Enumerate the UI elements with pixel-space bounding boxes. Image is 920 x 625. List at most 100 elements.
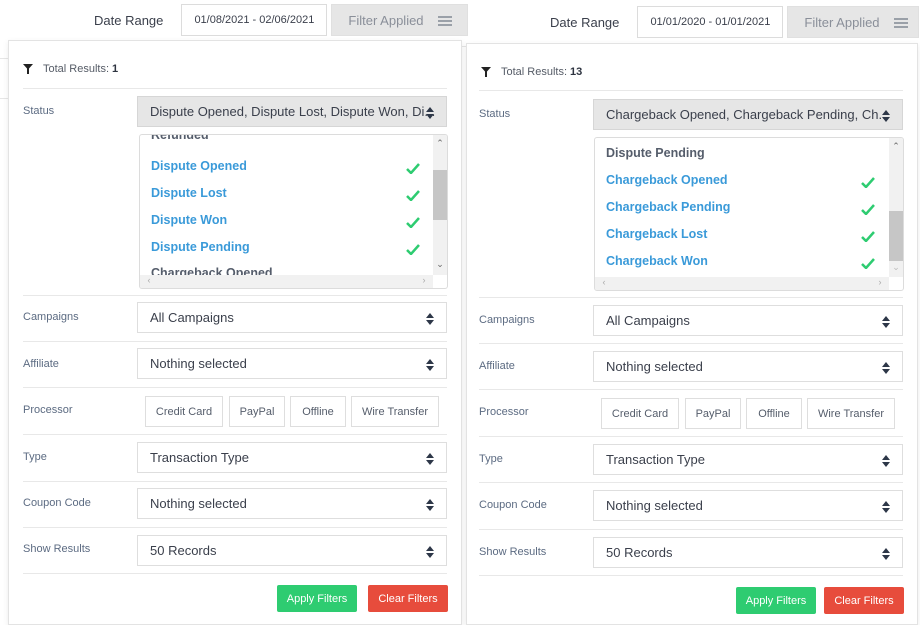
campaigns-label: Campaigns bbox=[23, 311, 79, 323]
campaigns-select[interactable]: All Campaigns bbox=[137, 302, 447, 333]
type-label: Type bbox=[23, 451, 47, 463]
total-results-count: 13 bbox=[570, 66, 583, 78]
scroll-up-icon[interactable]: ⌃ bbox=[433, 138, 447, 149]
processor-label: Processor bbox=[479, 406, 529, 418]
processor-paypal-button[interactable]: PayPal bbox=[685, 398, 741, 429]
affiliate-select[interactable]: Nothing selected bbox=[593, 351, 903, 382]
show-results-select[interactable]: 50 Records bbox=[593, 537, 903, 568]
scroll-down-icon[interactable]: ⌄ bbox=[433, 259, 447, 270]
divider bbox=[23, 88, 447, 89]
affiliate-select[interactable]: Nothing selected bbox=[137, 348, 447, 379]
divider bbox=[23, 481, 447, 482]
check-icon bbox=[406, 163, 420, 174]
divider bbox=[23, 434, 447, 435]
processor-credit-card-button[interactable]: Credit Card bbox=[145, 396, 223, 427]
horizontal-scrollbar[interactable]: ‹ › bbox=[595, 277, 889, 290]
right-filter-panel: Total Results: 13 Status Chargeback Opene… bbox=[466, 43, 918, 625]
date-range-label: Date Range bbox=[550, 14, 620, 30]
campaigns-select-value: All Campaigns bbox=[150, 310, 234, 325]
apply-filters-button[interactable]: Apply Filters bbox=[736, 587, 816, 614]
show-results-select[interactable]: 50 Records bbox=[137, 535, 447, 566]
coupon-code-select-value: Nothing selected bbox=[150, 496, 247, 511]
status-option[interactable]: Chargeback Lost bbox=[606, 227, 707, 241]
scroll-left-icon[interactable]: ‹ bbox=[597, 277, 611, 287]
processor-offline-button[interactable]: Offline bbox=[746, 398, 802, 429]
show-results-label: Show Results bbox=[23, 543, 91, 555]
type-select[interactable]: Transaction Type bbox=[137, 442, 447, 473]
scrollbar-thumb[interactable] bbox=[433, 170, 447, 220]
date-range-input[interactable]: 01/01/2020 - 01/01/2021 bbox=[637, 6, 784, 38]
sort-arrows-icon bbox=[426, 107, 434, 119]
vertical-scrollbar[interactable]: ⌃ ⌄ bbox=[889, 138, 903, 277]
scroll-left-icon[interactable]: ‹ bbox=[142, 275, 156, 285]
type-select-value: Transaction Type bbox=[150, 450, 249, 465]
sort-arrows-icon bbox=[882, 548, 890, 560]
scrollbar-thumb[interactable] bbox=[889, 211, 903, 261]
campaigns-select[interactable]: All Campaigns bbox=[593, 305, 903, 336]
processor-wire-transfer-button[interactable]: Wire Transfer bbox=[807, 398, 895, 429]
status-option[interactable]: Dispute Lost bbox=[151, 186, 227, 200]
divider bbox=[479, 389, 903, 390]
show-results-label: Show Results bbox=[479, 546, 547, 558]
scroll-right-icon[interactable]: › bbox=[417, 275, 431, 285]
divider bbox=[479, 529, 903, 530]
status-select-value: Dispute Opened, Dispute Lost, Dispute Wo… bbox=[150, 104, 436, 119]
status-select-value: Chargeback Opened, Chargeback Pending, C… bbox=[606, 107, 890, 122]
sort-arrows-icon bbox=[426, 453, 434, 465]
horizontal-scrollbar[interactable]: ‹ › bbox=[140, 275, 433, 288]
scroll-down-icon[interactable]: ⌄ bbox=[889, 262, 903, 273]
coupon-code-label: Coupon Code bbox=[479, 499, 547, 511]
status-select[interactable]: Dispute Opened, Dispute Lost, Dispute Wo… bbox=[137, 96, 447, 127]
status-select[interactable]: Chargeback Opened, Chargeback Pending, C… bbox=[593, 99, 903, 130]
status-options-list[interactable]: Dispute Pending Chargeback Opened Charge… bbox=[594, 137, 904, 291]
status-option[interactable]: Dispute Pending bbox=[151, 240, 250, 254]
check-icon bbox=[861, 231, 875, 242]
filter-applied-button[interactable]: Filter Applied bbox=[787, 6, 920, 38]
apply-filters-button[interactable]: Apply Filters bbox=[277, 585, 357, 612]
divider bbox=[479, 90, 903, 91]
status-option[interactable]: Chargeback Won bbox=[606, 254, 708, 268]
processor-offline-button[interactable]: Offline bbox=[290, 396, 346, 427]
sort-arrows-icon bbox=[882, 501, 890, 513]
show-results-select-value: 50 Records bbox=[150, 543, 217, 558]
coupon-code-select[interactable]: Nothing selected bbox=[137, 488, 447, 519]
status-option[interactable]: Chargeback Pending bbox=[606, 200, 730, 214]
left-filter-panel: Total Results: 1 Status Dispute Opened, D… bbox=[8, 40, 462, 625]
sort-arrows-icon bbox=[882, 316, 890, 328]
status-option[interactable]: Dispute Pending bbox=[606, 146, 705, 160]
tune-icon bbox=[437, 15, 452, 26]
scroll-up-icon[interactable]: ⌃ bbox=[889, 141, 903, 152]
coupon-code-select[interactable]: Nothing selected bbox=[593, 490, 903, 521]
sort-arrows-icon bbox=[426, 359, 434, 371]
status-option[interactable]: Chargeback Opened bbox=[606, 173, 728, 187]
status-option[interactable]: Dispute Won bbox=[151, 213, 227, 227]
campaigns-label: Campaigns bbox=[479, 314, 535, 326]
processor-label: Processor bbox=[23, 404, 73, 416]
processor-credit-card-button[interactable]: Credit Card bbox=[601, 398, 679, 429]
date-range-label: Date Range bbox=[94, 12, 164, 28]
status-option[interactable]: Refunded bbox=[151, 135, 209, 142]
divider bbox=[479, 482, 903, 483]
vertical-scrollbar[interactable]: ⌃ ⌄ bbox=[433, 135, 447, 275]
clear-filters-button[interactable]: Clear Filters bbox=[824, 587, 904, 614]
show-results-select-value: 50 Records bbox=[606, 545, 673, 560]
total-results: Total Results: 1 bbox=[23, 63, 118, 75]
filter-applied-button[interactable]: Filter Applied bbox=[331, 4, 469, 36]
total-results: Total Results: 13 bbox=[481, 66, 582, 78]
right-header: Date Range 01/01/2020 - 01/01/2021 Filte… bbox=[550, 6, 920, 38]
affiliate-select-value: Nothing selected bbox=[606, 359, 703, 374]
left-header: Date Range 01/08/2021 - 02/06/2021 Filte… bbox=[94, 4, 469, 36]
status-option[interactable]: Dispute Opened bbox=[151, 159, 247, 173]
scroll-right-icon[interactable]: › bbox=[873, 277, 887, 287]
funnel-icon bbox=[481, 67, 491, 77]
processor-paypal-button[interactable]: PayPal bbox=[229, 396, 285, 427]
filter-applied-label: Filter Applied bbox=[348, 12, 424, 28]
clear-filters-button[interactable]: Clear Filters bbox=[368, 585, 448, 612]
background-divider bbox=[0, 58, 8, 59]
type-select[interactable]: Transaction Type bbox=[593, 444, 903, 475]
divider bbox=[23, 527, 447, 528]
divider bbox=[479, 575, 903, 576]
processor-wire-transfer-button[interactable]: Wire Transfer bbox=[351, 396, 439, 427]
status-options-list[interactable]: Refunded Dispute Opened Dispute Lost Dis… bbox=[139, 134, 448, 289]
date-range-input[interactable]: 01/08/2021 - 02/06/2021 bbox=[181, 4, 328, 36]
